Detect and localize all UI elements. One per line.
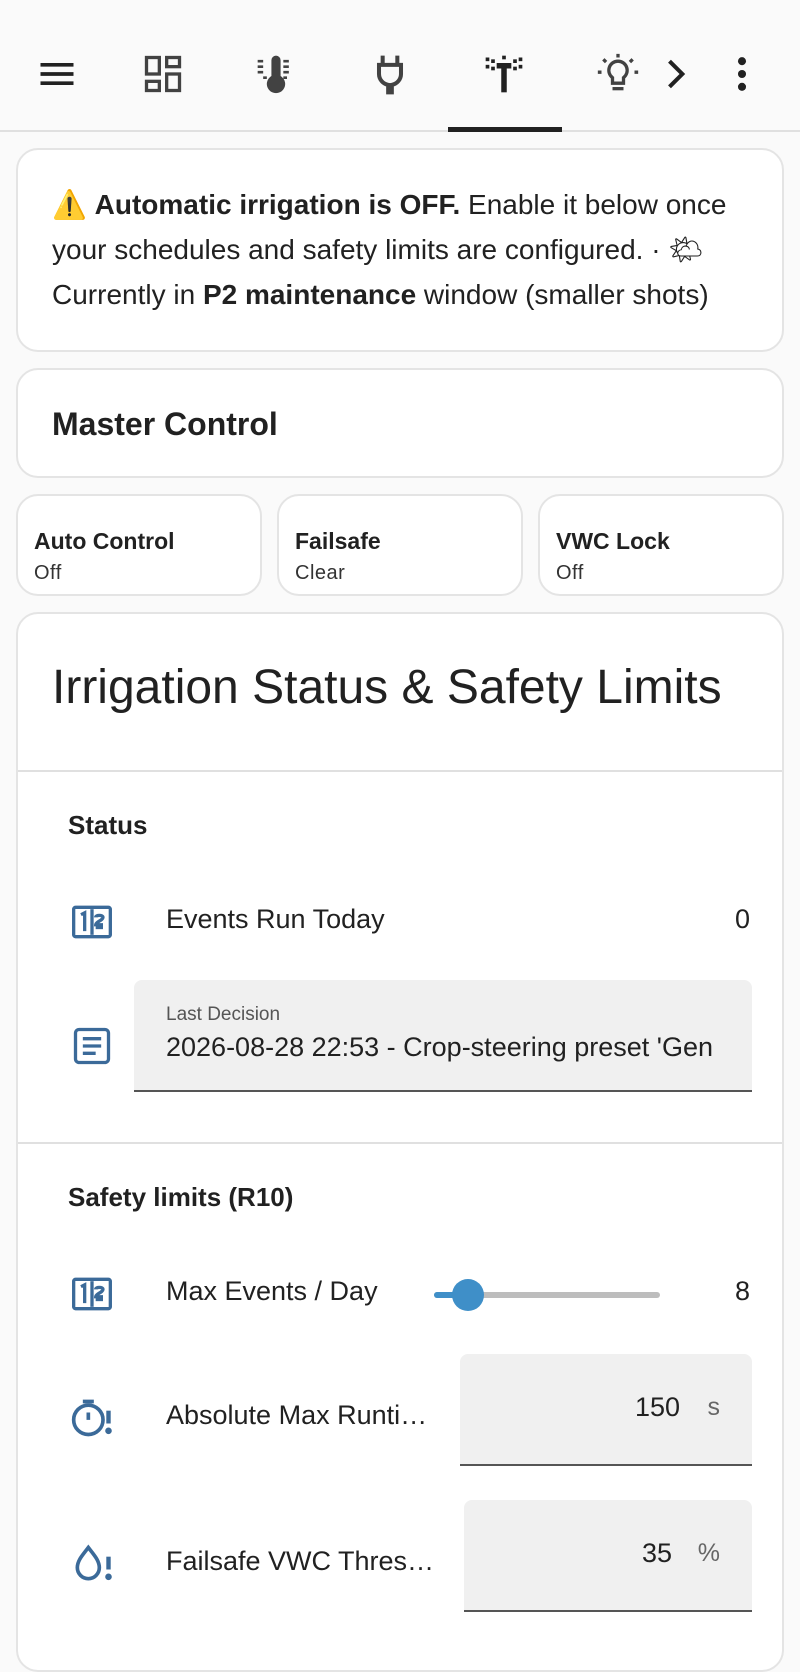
- abs-max-runtime-field[interactable]: 150 s: [460, 1354, 752, 1466]
- divider: [18, 770, 782, 772]
- tile-vwc-lock[interactable]: VWC Lock Off: [538, 494, 784, 596]
- failsafe-vwc-unit: %: [697, 1539, 720, 1567]
- tile-state: Off: [34, 562, 62, 584]
- tile-auto-control[interactable]: Auto Control Off: [16, 494, 262, 596]
- chevron-right-icon[interactable]: [645, 46, 705, 102]
- failsafe-vwc-value: 35: [641, 1538, 672, 1568]
- failsafe-vwc-label: Failsafe VWC Thres…: [166, 1546, 435, 1576]
- water-alert-icon: [70, 1542, 114, 1586]
- last-decision-label: Last Decision: [166, 1004, 281, 1025]
- max-events-slider[interactable]: [434, 1279, 660, 1311]
- counter-icon: [70, 1272, 114, 1316]
- irrigation-icon[interactable]: [476, 46, 532, 102]
- counter-icon: [70, 900, 114, 944]
- last-decision-value: 2026-08-28 22:53 - Crop-steering preset …: [166, 1032, 713, 1062]
- irrigation-status-card: Irrigation Status & Safety Limits Status…: [16, 612, 784, 1672]
- banner-text-2: Currently in: [52, 279, 203, 310]
- events-run-today-value: 0: [734, 904, 750, 934]
- abs-max-runtime-value: 150: [634, 1392, 680, 1422]
- tile-name: VWC Lock: [556, 528, 670, 554]
- dashboard-icon[interactable]: [135, 46, 191, 102]
- lightbulb-icon[interactable]: [590, 46, 646, 102]
- master-control-title: Master Control: [52, 406, 278, 442]
- events-run-today-label: Events Run Today: [166, 904, 385, 934]
- more-vert-icon[interactable]: [714, 46, 770, 102]
- timer-alert-icon: [70, 1396, 114, 1440]
- master-control-card: Master Control: [16, 368, 784, 478]
- abs-max-runtime-unit: s: [707, 1393, 721, 1421]
- tile-state: Clear: [295, 562, 346, 584]
- slider-thumb[interactable]: [451, 1279, 484, 1311]
- card-title: Irrigation Status & Safety Limits: [52, 661, 722, 714]
- warning-icon: ⚠️: [52, 189, 87, 220]
- banner-bold-1: Automatic irrigation is OFF.: [94, 189, 461, 220]
- weather-icon: 🌤: [668, 234, 704, 265]
- thermometer-icon[interactable]: [248, 46, 304, 102]
- tile-state: Off: [556, 562, 584, 584]
- tile-failsafe[interactable]: Failsafe Clear: [277, 494, 523, 596]
- max-events-label: Max Events / Day: [166, 1276, 378, 1306]
- tile-name: Auto Control: [34, 528, 175, 554]
- top-toolbar: [0, 0, 800, 132]
- status-section-title: Status: [68, 810, 148, 840]
- status-banner: ⚠️ Automatic irrigation is OFF. Enable i…: [16, 148, 784, 352]
- tile-name: Failsafe: [295, 528, 381, 554]
- max-events-value: 8: [734, 1276, 750, 1306]
- divider: [18, 1142, 782, 1144]
- abs-max-runtime-label: Absolute Max Runti…: [166, 1400, 428, 1430]
- banner-bold-2: P2 maintenance: [202, 279, 417, 310]
- failsafe-vwc-field[interactable]: 35 %: [464, 1500, 752, 1612]
- text-box-icon: [70, 1024, 114, 1068]
- last-decision-field[interactable]: Last Decision 2026-08-28 22:53 - Crop-st…: [134, 980, 752, 1092]
- safety-section-title: Safety limits (R10): [68, 1182, 294, 1212]
- banner-text: ⚠️ Automatic irrigation is OFF. Enable i…: [52, 182, 752, 317]
- active-tab-indicator: [448, 127, 562, 132]
- banner-text-3: window (smaller shots): [416, 279, 709, 310]
- menu-icon[interactable]: [29, 46, 85, 102]
- plug-icon[interactable]: [362, 46, 418, 102]
